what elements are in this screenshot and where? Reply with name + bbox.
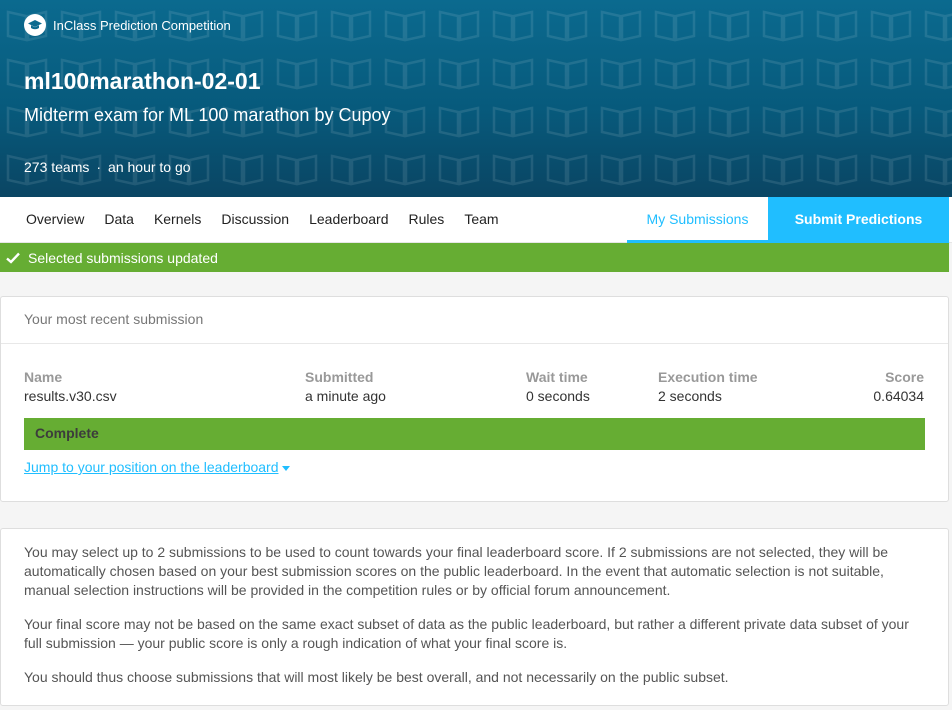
- caret-down-icon: [281, 465, 290, 471]
- selection-info-card: You may select up to 2 submissions to be…: [0, 528, 949, 706]
- competition-nav: Overview Data Kernels Discussion Leaderb…: [0, 197, 952, 243]
- score-value: 0.64034: [873, 388, 924, 404]
- recent-submission-heading: Your most recent submission: [1, 297, 948, 344]
- execution-time-value: 2 seconds: [658, 388, 722, 404]
- name-column: Name results.v30.csv: [24, 369, 117, 404]
- submitted-column: Submitted a minute ago: [305, 369, 386, 404]
- teams-count: 273 teams: [24, 159, 90, 175]
- tab-team[interactable]: Team: [454, 197, 508, 243]
- recent-submission-card: Your most recent submission Name results…: [0, 296, 949, 502]
- competition-header: InClass Prediction Competition ml100mara…: [0, 0, 952, 197]
- submit-predictions-button[interactable]: Submit Predictions: [768, 197, 949, 243]
- wait-time-column: Wait time 0 seconds: [526, 369, 590, 404]
- score-label: Score: [885, 369, 924, 385]
- meta-separator: ·: [96, 159, 102, 175]
- execution-time-label: Execution time: [658, 369, 758, 385]
- competition-meta: 273 teams · an hour to go: [24, 159, 191, 175]
- tab-kernels[interactable]: Kernels: [144, 197, 211, 243]
- info-paragraph: You should thus choose submissions that …: [24, 669, 729, 685]
- tab-data[interactable]: Data: [94, 197, 144, 243]
- checkmark-icon: [6, 252, 20, 264]
- submission-status-bar: Complete: [24, 418, 925, 450]
- submitted-label: Submitted: [305, 369, 374, 385]
- tab-my-submissions[interactable]: My Submissions: [627, 197, 768, 243]
- tab-discussion[interactable]: Discussion: [211, 197, 299, 243]
- graduation-cap-icon: [24, 14, 46, 36]
- competition-title: ml100marathon-02-01: [24, 68, 261, 94]
- info-paragraph: You may select up to 2 submissions to be…: [24, 544, 889, 598]
- jump-to-leaderboard-link[interactable]: Jump to your position on the leaderboard: [24, 459, 290, 475]
- competition-badge: InClass Prediction Competition: [24, 14, 231, 36]
- wait-time-label: Wait time: [526, 369, 588, 385]
- tab-overview[interactable]: Overview: [16, 197, 94, 243]
- wait-time-value: 0 seconds: [526, 388, 590, 404]
- competition-type-label: InClass Prediction Competition: [53, 17, 231, 33]
- info-paragraph: Your final score may not be based on the…: [24, 616, 909, 651]
- execution-time-column: Execution time 2 seconds: [658, 369, 758, 404]
- nav-tabs: Overview Data Kernels Discussion Leaderb…: [16, 197, 509, 243]
- deadline-text: an hour to go: [108, 159, 191, 175]
- flash-message-text: Selected submissions updated: [28, 249, 218, 266]
- tab-leaderboard[interactable]: Leaderboard: [299, 197, 398, 243]
- flash-message: Selected submissions updated: [0, 243, 949, 272]
- tab-rules[interactable]: Rules: [399, 197, 455, 243]
- jump-link-text: Jump to your position on the leaderboard: [24, 459, 279, 475]
- submission-filename: results.v30.csv: [24, 388, 117, 404]
- competition-subtitle: Midterm exam for ML 100 marathon by Cupo…: [24, 105, 391, 125]
- score-column: Score 0.64034: [873, 369, 924, 404]
- submitted-value: a minute ago: [305, 388, 386, 404]
- name-label: Name: [24, 369, 63, 385]
